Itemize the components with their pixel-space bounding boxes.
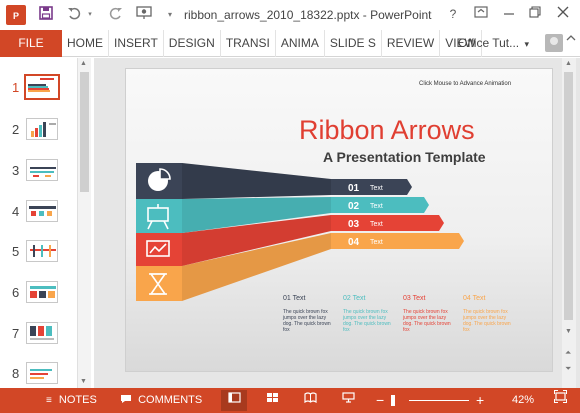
present-from-start-icon[interactable] [134, 6, 154, 24]
column-04-heading[interactable]: 04 Text [463, 295, 485, 302]
zoom-slider-track[interactable] [409, 400, 469, 401]
thumbnail-image [26, 362, 58, 384]
status-bar: ≡ NOTES COMMENTS − + 42% [0, 388, 580, 413]
column-01-heading[interactable]: 01 Text [283, 295, 305, 302]
zoom-slider-knob[interactable] [390, 395, 395, 406]
thumbnail-slide-4[interactable]: 4 [0, 196, 80, 237]
ribbon-tabs: HOME INSERT DESIGN TRANSI ANIMA SLIDE S … [62, 30, 482, 57]
tab-home[interactable]: HOME [62, 30, 109, 57]
arrow-04-number: 04 [348, 237, 360, 248]
account-name[interactable]: Office Tut... ▾ [458, 30, 529, 57]
thumbnail-image [26, 322, 58, 344]
chevron-up-icon[interactable] [566, 34, 576, 45]
customize-qat-icon[interactable]: ▾ [160, 6, 180, 24]
next-slide-icon[interactable]: ⏷ [565, 364, 571, 374]
tab-insert[interactable]: INSERT [109, 30, 164, 57]
notes-icon: ≡ [46, 395, 52, 406]
tab-transitions[interactable]: TRANSI [221, 30, 276, 57]
thumbnail-image [26, 281, 58, 303]
normal-view-icon[interactable] [221, 390, 247, 411]
scroll-down-icon[interactable]: ▼ [565, 328, 572, 335]
arrow-03-label: Text [370, 221, 383, 228]
arrow-02-number: 02 [348, 201, 360, 212]
tab-file[interactable]: FILE [0, 30, 62, 57]
reading-view-icon[interactable] [297, 390, 323, 411]
thumbnail-image [26, 240, 58, 262]
thumbnail-image [26, 200, 58, 222]
arrow-01-number: 01 [348, 183, 360, 194]
tab-animations[interactable]: ANIMA [276, 30, 325, 57]
tab-review[interactable]: REVIEW [382, 30, 441, 57]
comments-button[interactable]: COMMENTS [120, 388, 202, 413]
thumbnail-slide-7[interactable]: 7 [0, 318, 80, 359]
thumbnail-scrollbar[interactable]: ▲ ▼ [77, 58, 91, 388]
arrow-01-label: Text [370, 185, 383, 192]
slide-editing-area: Click Mouse to Advance Animation Ribbon … [94, 58, 580, 388]
redo-icon[interactable] [106, 6, 126, 24]
scroll-up-icon[interactable]: ▲ [80, 60, 87, 67]
thumbnail-image [26, 159, 58, 181]
thumbnail-slide-3[interactable]: 3 [0, 155, 80, 196]
window-title: ribbon_arrows_2010_18322.pptx - PowerPoi… [184, 8, 432, 22]
column-01-body[interactable]: The quick brown fox jumps over the lazy … [283, 309, 333, 333]
minimize-icon[interactable] [498, 4, 520, 24]
zoom-in-button[interactable]: + [476, 388, 484, 413]
account-dropdown-icon[interactable]: ▾ [524, 39, 529, 49]
column-04-body[interactable]: The quick brown fox jumps over the lazy … [463, 309, 513, 333]
column-02-body[interactable]: The quick brown fox jumps over the lazy … [343, 309, 393, 333]
help-button[interactable]: ? [442, 4, 464, 24]
fit-slide-icon[interactable] [547, 390, 573, 411]
tab-slide-show[interactable]: SLIDE S [325, 30, 382, 57]
tab-design[interactable]: DESIGN [164, 30, 221, 57]
zoom-out-button[interactable]: − [376, 388, 384, 413]
column-03-body[interactable]: The quick brown fox jumps over the lazy … [403, 309, 453, 333]
column-02-heading[interactable]: 02 Text [343, 295, 365, 302]
zoom-level[interactable]: 42% [512, 388, 534, 413]
slide-canvas[interactable]: Click Mouse to Advance Animation Ribbon … [125, 68, 553, 372]
restore-icon[interactable] [524, 4, 546, 24]
ribbon-tabs-bar: FILE HOME INSERT DESIGN TRANSI ANIMA SLI… [0, 30, 580, 57]
title-bar: P ▾ ▾ ribbon_arrows_2010_18322.pptx - Po… [0, 0, 580, 30]
powerpoint-logo-icon[interactable]: P [6, 5, 26, 25]
close-icon[interactable] [552, 4, 574, 24]
thumbnail-slide-2[interactable]: 2 [0, 114, 80, 155]
thumbnail-image [24, 74, 60, 100]
undo-dropdown-icon[interactable]: ▾ [80, 6, 100, 24]
scrollbar-thumb[interactable] [564, 72, 573, 320]
column-03-heading[interactable]: 03 Text [403, 295, 425, 302]
arrow-04-label: Text [370, 239, 383, 246]
editor-scrollbar[interactable]: ▲ ▼ ⏶ ⏷ [562, 58, 576, 388]
previous-slide-icon[interactable]: ⏶ [565, 348, 571, 358]
arrow-02-label: Text [370, 203, 383, 210]
scrollbar-thumb[interactable] [80, 72, 89, 192]
slide-thumbnail-pane: 1 2 3 4 5 6 7 8 ▲ ▼ [0, 58, 94, 388]
thumbnail-slide-5[interactable]: 5 [0, 236, 80, 277]
save-icon[interactable] [36, 6, 56, 24]
thumbnail-image [26, 118, 58, 140]
ribbon-display-options-icon[interactable] [470, 4, 492, 24]
notes-button[interactable]: ≡ NOTES [46, 388, 97, 413]
thumbnail-slide-6[interactable]: 6 [0, 277, 80, 318]
slide-sorter-icon[interactable] [259, 390, 285, 411]
arrow-03-number: 03 [348, 219, 360, 230]
slide-show-icon[interactable] [335, 390, 361, 411]
scroll-up-icon[interactable]: ▲ [565, 60, 572, 67]
comments-icon [120, 394, 135, 406]
avatar[interactable] [545, 34, 563, 52]
scroll-down-icon[interactable]: ▼ [80, 378, 87, 385]
thumbnail-slide-1[interactable]: 1 [0, 72, 80, 113]
